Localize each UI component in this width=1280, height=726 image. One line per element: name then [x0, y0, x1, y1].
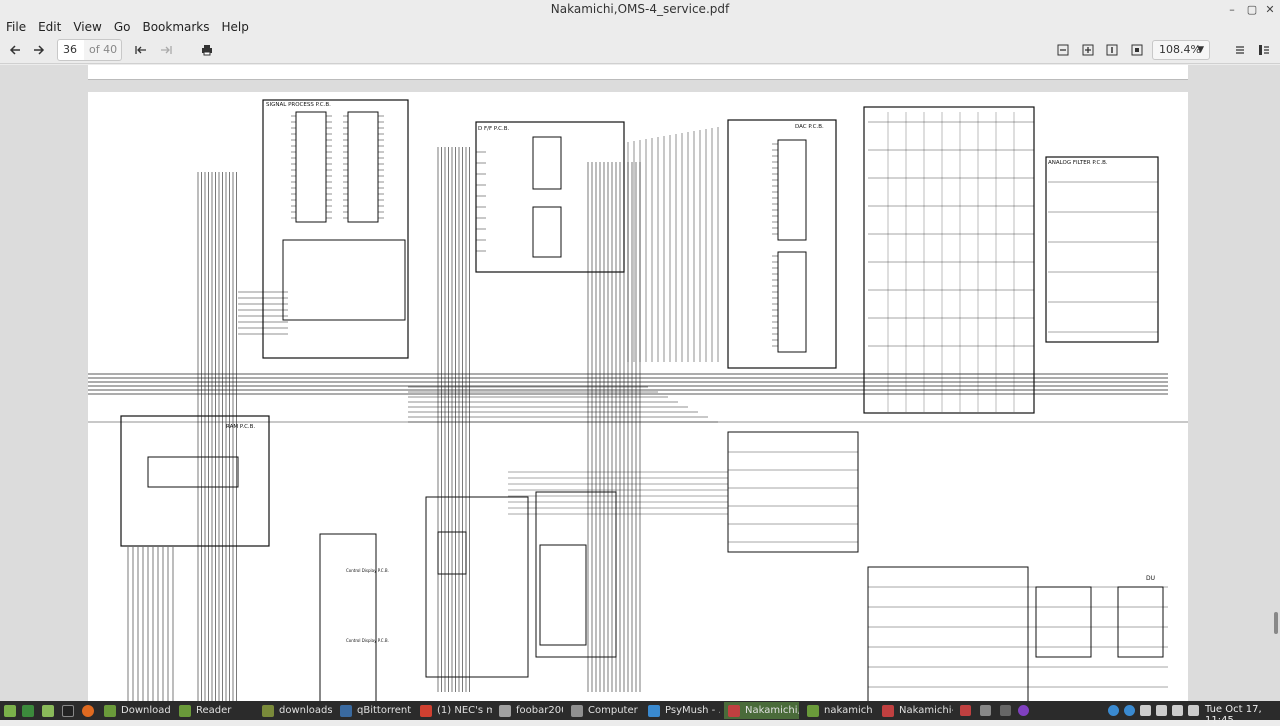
- taskbar-item-label: Nakamichi,...: [745, 705, 799, 716]
- taskbar-item-label: foobar200...: [516, 705, 563, 716]
- taskbar-item-label: Computer: [588, 705, 638, 716]
- menu-bookmarks[interactable]: Bookmarks: [142, 20, 209, 34]
- forward-arrow-icon[interactable]: [29, 40, 49, 60]
- menu-start-icon[interactable]: [4, 702, 18, 719]
- taskbar-item-label: Nakamichi-...: [899, 705, 953, 716]
- menu-view[interactable]: View: [73, 20, 101, 34]
- back-arrow-icon[interactable]: [5, 40, 25, 60]
- menu-file[interactable]: File: [6, 20, 26, 34]
- window-titlebar: Nakamichi,OMS-4_service.pdf: [0, 0, 1280, 18]
- label-control-display-2: Control Display P.C.B.: [346, 638, 389, 643]
- taskbar-app-icon: [728, 704, 740, 717]
- taskbar-item[interactable]: Downloads: [100, 702, 170, 719]
- taskbar-app-icon: [648, 704, 660, 717]
- taskbar-app-icon: [262, 704, 274, 717]
- zoom-select[interactable]: 108.4% ▼: [1152, 40, 1210, 60]
- scrollbar-thumb[interactable]: [1274, 612, 1278, 634]
- zoom-in-icon[interactable]: [1078, 40, 1098, 60]
- taskbar-item[interactable]: Computer: [567, 702, 639, 719]
- schematic-page: SIGNAL PROCESS P.C.B. D F/F P.C.B. DAC P…: [88, 92, 1188, 701]
- taskbar-app-icon: [807, 704, 819, 717]
- page-number-input[interactable]: 36: [57, 39, 85, 61]
- taskbar-item-label: qBittorrent...: [357, 705, 412, 716]
- close-button[interactable]: ✕: [1262, 1, 1278, 17]
- taskbar-item[interactable]: nakamichi_...: [803, 702, 873, 719]
- label-analog-filter: ANALOG FILTER P.C.B.: [1048, 160, 1108, 166]
- taskbar-app-icon: [571, 704, 583, 717]
- schematic-drawing: SIGNAL PROCESS P.C.B. D F/F P.C.B. DAC P…: [88, 99, 1188, 701]
- menu-go[interactable]: Go: [114, 20, 131, 34]
- page-count-label: of 40: [84, 39, 122, 61]
- fit-page-icon[interactable]: [1102, 40, 1122, 60]
- tray-bluetooth-icon[interactable]: [1140, 705, 1151, 716]
- terminal-icon[interactable]: [62, 702, 76, 719]
- tray-telegram2-icon[interactable]: [1124, 705, 1135, 716]
- zoom-out-icon[interactable]: [1053, 40, 1073, 60]
- taskbar-item-label: downloads...: [279, 705, 332, 716]
- taskbar-item[interactable]: Reader: [175, 702, 253, 719]
- tray-media-icon[interactable]: [1018, 705, 1029, 716]
- zoom-value: 108.4%: [1159, 43, 1201, 56]
- previous-page-icon[interactable]: [131, 40, 151, 60]
- sidebar-toggle-icon[interactable]: [1230, 40, 1250, 60]
- tray-volume-icon[interactable]: [1188, 705, 1199, 716]
- label-signal-process: SIGNAL PROCESS P.C.B.: [266, 102, 331, 108]
- taskbar-app-icon: [420, 704, 432, 717]
- taskbar-item[interactable]: qBittorrent...: [336, 702, 412, 719]
- menu-bar: File Edit View Go Bookmarks Help: [0, 18, 1280, 36]
- tray-telegram-icon[interactable]: [1108, 705, 1119, 716]
- taskbar-item-label: Downloads: [121, 705, 170, 716]
- vertical-scrollbar[interactable]: [1272, 65, 1280, 701]
- taskbar-item[interactable]: (1) NEC's m...: [416, 702, 492, 719]
- file-manager-icon[interactable]: [42, 702, 56, 719]
- taskbar-app-icon: [179, 704, 191, 717]
- taskbar-app-icon: [340, 704, 352, 717]
- menu-help[interactable]: Help: [222, 20, 249, 34]
- taskbar-item-label: PsyMush - ...: [665, 705, 720, 716]
- fit-width-icon[interactable]: [1127, 40, 1147, 60]
- taskbar-app-icon: [104, 704, 116, 717]
- tray-folder-icon[interactable]: [980, 705, 991, 716]
- next-page-icon[interactable]: [156, 40, 176, 60]
- taskbar-app-icon: [882, 704, 894, 717]
- print-icon[interactable]: [197, 40, 217, 60]
- document-viewer[interactable]: SIGNAL PROCESS P.C.B. D F/F P.C.B. DAC P…: [0, 65, 1280, 701]
- taskbar-item-label: Reader: [196, 705, 232, 716]
- label-ram: RAM P.C.B.: [226, 424, 255, 430]
- tray-network-icon[interactable]: [1172, 705, 1183, 716]
- menu-edit[interactable]: Edit: [38, 20, 61, 34]
- taskbar-item-label: nakamichi_...: [824, 705, 873, 716]
- taskbar-item[interactable]: Nakamichi-...: [878, 702, 953, 719]
- label-dff: D F/F P.C.B.: [478, 126, 509, 132]
- maximize-button[interactable]: ▢: [1244, 1, 1260, 17]
- tray-app-icon[interactable]: [960, 705, 971, 716]
- tray-shield-icon[interactable]: [1156, 705, 1167, 716]
- tray-terminal-icon[interactable]: [1000, 705, 1011, 716]
- label-dac: DAC P.C.B.: [795, 124, 824, 130]
- taskbar-item[interactable]: PsyMush - ...: [644, 702, 720, 719]
- menu-hamburger-icon[interactable]: [1254, 40, 1274, 60]
- taskbar: Downloads Reader downloads... qBittorrent..…: [0, 701, 1280, 726]
- taskbar-item-label: (1) NEC's m...: [437, 705, 492, 716]
- firefox-icon[interactable]: [82, 702, 96, 719]
- taskbar-item[interactable]: Nakamichi,...: [724, 702, 799, 719]
- clock[interactable]: Tue Oct 17, 11:45: [1205, 704, 1280, 726]
- label-du: DU: [1146, 575, 1155, 582]
- taskbar-app-icon: [499, 704, 511, 717]
- chevron-down-icon: ▼: [1197, 45, 1204, 55]
- show-desktop-icon[interactable]: [22, 702, 36, 719]
- minimize-button[interactable]: –: [1224, 1, 1240, 17]
- taskbar-item[interactable]: foobar200...: [495, 702, 563, 719]
- taskbar-item[interactable]: downloads...: [258, 702, 332, 719]
- window-title: Nakamichi,OMS-4_service.pdf: [550, 2, 730, 16]
- previous-page-edge: [88, 65, 1188, 80]
- label-control-display-1: Control Display P.C.B.: [346, 568, 389, 573]
